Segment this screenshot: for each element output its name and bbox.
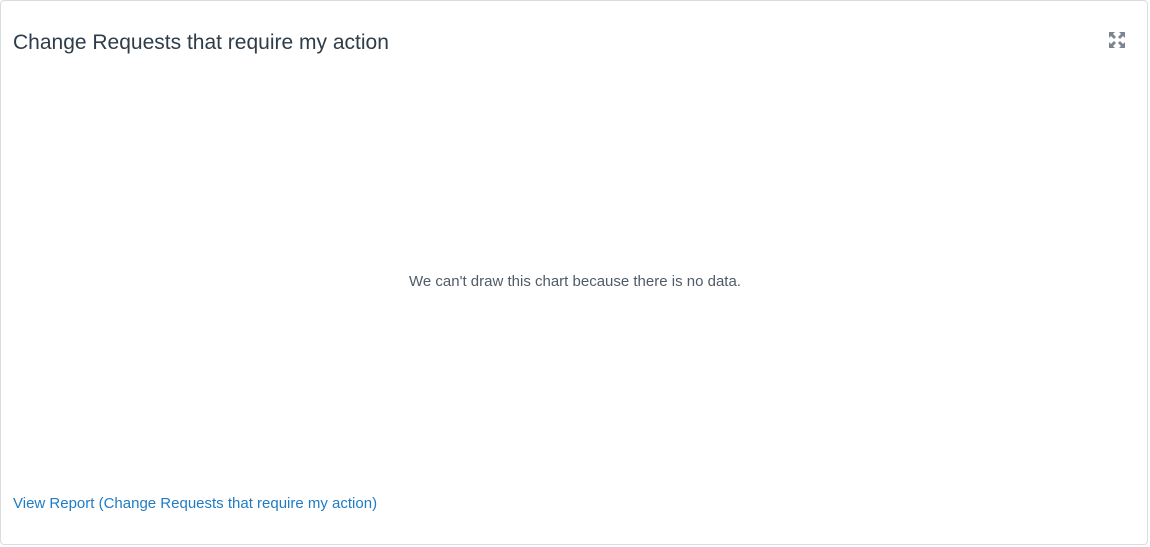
widget-title: Change Requests that require my action — [13, 31, 389, 54]
empty-chart-message: We can't draw this chart because there i… — [409, 273, 741, 290]
view-report-link[interactable]: View Report (Change Requests that requir… — [13, 494, 377, 514]
expand-icon — [1109, 32, 1125, 48]
report-widget-card: Change Requests that require my action W… — [0, 0, 1148, 545]
expand-button[interactable] — [1106, 29, 1128, 51]
